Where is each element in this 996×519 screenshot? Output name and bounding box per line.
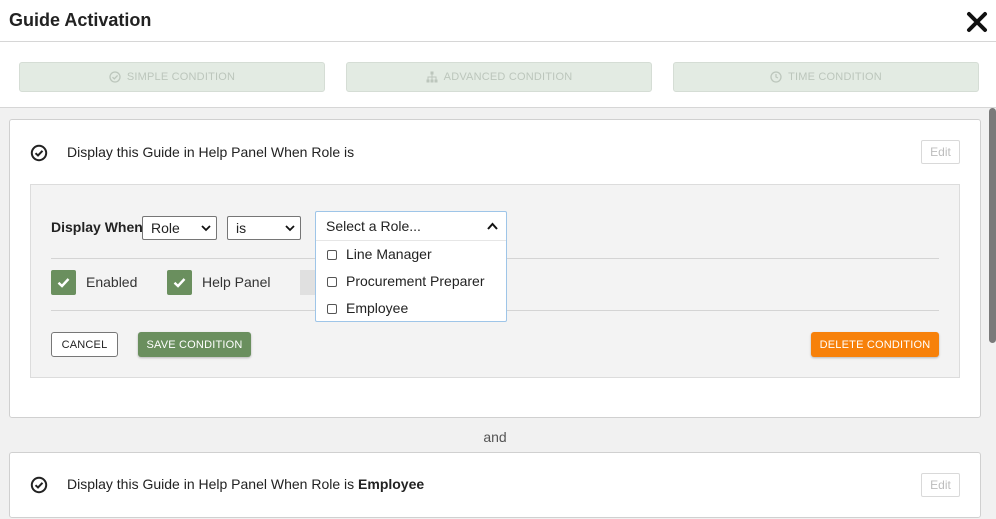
condition-card: Display this Guide in Help Panel When Ro… <box>9 452 981 518</box>
operator-select[interactable]: is <box>227 216 301 240</box>
condition-value: Employee <box>358 476 425 492</box>
cancel-button[interactable]: CANCEL <box>51 332 118 357</box>
role-dropdown-header[interactable]: Select a Role... <box>316 212 506 241</box>
role-option-employee[interactable]: Employee <box>316 295 506 322</box>
check-circle-icon <box>109 71 121 83</box>
delete-condition-button[interactable]: DELETE CONDITION <box>811 332 939 357</box>
help-panel-checkbox[interactable] <box>167 270 192 295</box>
tab-label: ADVANCED CONDITION <box>443 71 573 83</box>
edit-button[interactable]: Edit <box>921 473 960 497</box>
edit-button[interactable]: Edit <box>921 140 960 164</box>
checkbox[interactable] <box>327 250 337 260</box>
save-condition-button[interactable]: SAVE CONDITION <box>138 332 251 357</box>
option-label: Procurement Preparer <box>346 273 485 289</box>
check-circle-icon <box>30 144 48 162</box>
chevron-down-icon <box>285 225 295 232</box>
vertical-scrollbar[interactable] <box>989 108 996 343</box>
sitemap-icon <box>426 71 438 83</box>
checkbox[interactable] <box>327 304 337 314</box>
option-label: Line Manager <box>346 246 432 262</box>
display-when-label: Display When <box>51 219 143 235</box>
tab-advanced-condition[interactable]: ADVANCED CONDITION <box>346 62 652 92</box>
role-dropdown-placeholder: Select a Role... <box>326 218 421 234</box>
chevron-up-icon <box>487 222 498 230</box>
role-option-procurement-preparer[interactable]: Procurement Preparer <box>316 268 506 295</box>
condition-text: Display this Guide in Help Panel When Ro… <box>67 476 425 492</box>
help-panel-label: Help Panel <box>202 274 271 290</box>
chevron-down-icon <box>201 225 211 232</box>
clock-icon <box>770 71 782 83</box>
check-circle-icon <box>30 476 48 494</box>
and-connector: and <box>483 429 507 445</box>
condition-text: Display this Guide in Help Panel When Ro… <box>67 144 355 160</box>
checkmark-icon <box>173 278 186 288</box>
tab-label: SIMPLE CONDITION <box>126 71 236 83</box>
tab-time-condition[interactable]: TIME CONDITION <box>673 62 979 92</box>
checkmark-icon <box>57 278 70 288</box>
tab-label: TIME CONDITION <box>788 71 882 83</box>
condition-type-tabs: SIMPLE CONDITION ADVANCED CONDITION TIME… <box>0 42 996 108</box>
enabled-label: Enabled <box>86 274 138 290</box>
field-select-value: Role <box>151 220 180 236</box>
dialog-title: Guide Activation <box>9 10 152 30</box>
enabled-checkbox[interactable] <box>51 270 76 295</box>
role-multiselect-dropdown[interactable]: Select a Role... Line Manager Procuremen… <box>315 211 507 322</box>
field-select[interactable]: Role <box>142 216 217 240</box>
dialog-header: Guide Activation <box>0 0 996 42</box>
operator-select-value: is <box>236 220 247 236</box>
checkbox[interactable] <box>327 277 337 287</box>
role-option-line-manager[interactable]: Line Manager <box>316 241 506 268</box>
close-icon[interactable] <box>965 10 989 34</box>
option-label: Employee <box>346 300 409 316</box>
tab-simple-condition[interactable]: SIMPLE CONDITION <box>19 62 325 92</box>
